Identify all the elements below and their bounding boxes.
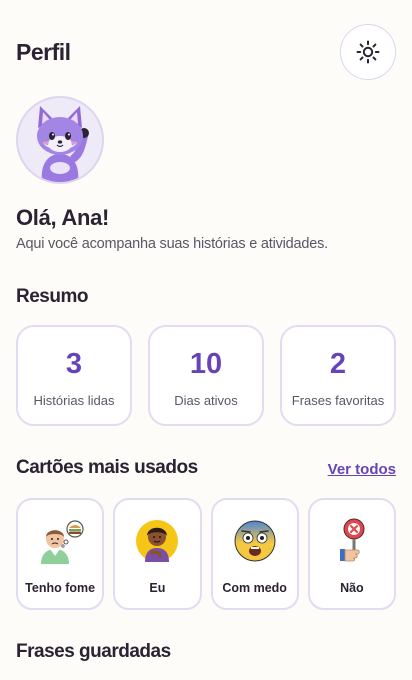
stat-card-active-days: 10 Dias ativos [148,325,264,426]
hungry-person-icon [41,520,84,564]
header: Perfil [16,24,396,80]
stat-label: Histórias lidas [33,392,115,408]
cards-section-title: Cartões mais usados [16,457,198,478]
stat-label: Frases favoritas [291,392,385,408]
saved-phrases-title: Frases guardadas [16,641,171,662]
page-title: Perfil [16,38,71,65]
see-all-link[interactable]: Ver todos [328,461,396,478]
stats-row: 3 Histórias lidas 10 Dias ativos 2 Frase… [16,325,396,426]
card-tenho-fome[interactable]: Tenho fome [16,498,105,610]
card-label: Com medo [222,581,287,595]
greeting: Olá, Ana! [16,205,110,230]
me-child-icon [136,520,179,562]
card-nao[interactable]: Não [307,498,396,610]
stat-value: 10 [189,347,223,380]
greeting-subtitle: Aqui você acompanha suas histórias e ati… [16,236,329,252]
card-label: Eu [149,581,166,595]
card-com-medo[interactable]: Com medo [210,498,299,610]
no-sign-icon [339,518,365,562]
stat-card-stories: 3 Histórias lidas [16,325,132,426]
avatar[interactable] [16,96,104,184]
stat-card-favorites: 2 Frases favoritas [280,325,396,426]
stat-value: 3 [65,347,83,380]
sun-icon [356,40,380,64]
stat-label: Dias ativos [174,392,238,408]
card-label: Não [340,581,364,595]
card-eu[interactable]: Eu [113,498,202,610]
scared-face-icon [234,520,276,562]
stat-value: 2 [329,347,347,380]
fox-avatar-icon [37,106,89,182]
summary-title: Resumo [16,286,88,307]
cards-row: Tenho fome Eu Com medo Não [16,498,396,610]
theme-toggle-button[interactable] [340,24,396,80]
card-label: Tenho fome [25,581,96,595]
